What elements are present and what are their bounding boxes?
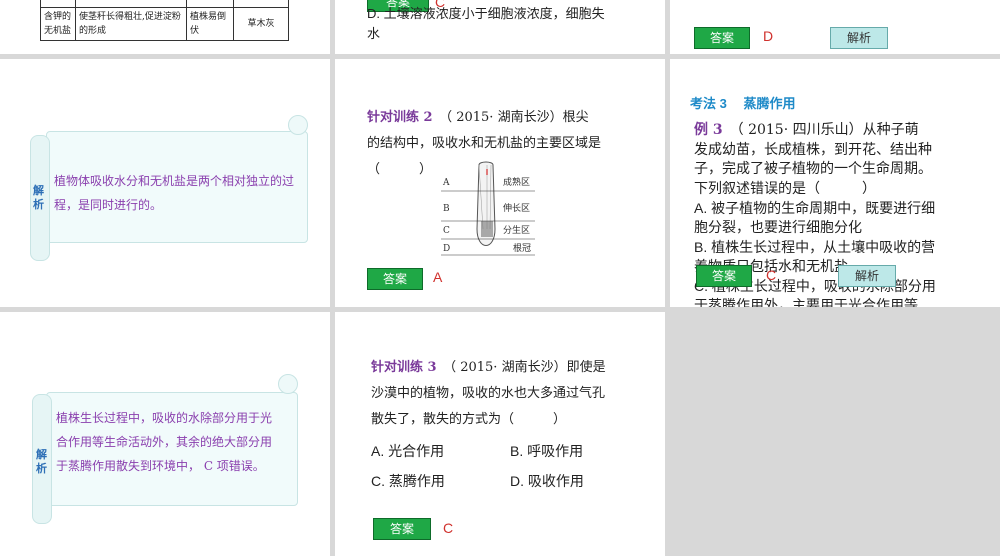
option-c[interactable]: C. 蒸腾作用 <box>371 468 445 494</box>
slide-7: 解析 植株生长过程中，吸收的水除部分用于光合作用等生命活动外，其余的绝大部分用于… <box>0 312 330 556</box>
diagram-label-a: A <box>442 178 450 188</box>
scroll-roll-top <box>288 115 308 135</box>
slide-3: 答案 D 解析 <box>670 0 1000 54</box>
answer-button[interactable]: 答案 <box>367 268 423 290</box>
scroll-title: 解析 <box>36 448 47 475</box>
diagram-label-c: C <box>443 226 450 236</box>
option-d-text: D. 土壤溶液浓度小于细胞液浓度，细胞失 水 <box>367 6 605 41</box>
table-row <box>40 0 289 8</box>
slide-6: 考法 3 蒸腾作用 例 3 （ 2015· 四川乐山）从种子萌 发成幼苗，长成植… <box>670 59 1000 307</box>
example-heading: 例 3 <box>694 122 723 138</box>
diagram-label-b: B <box>443 204 450 214</box>
question-heading: 针对训练 2 <box>367 110 433 125</box>
jiexi-button[interactable]: 解析 <box>838 265 896 287</box>
slide-4: 解析 植物体吸收水分和无机盐是两个相对独立的过程，是同时进行的。 <box>0 59 330 307</box>
scroll-title: 解析 <box>33 184 44 211</box>
table-cell: 含钾的无机盐 <box>40 7 76 41</box>
table-row: 含钾的无机盐 使茎秆长得粗壮,促进淀粉的形成 植株易倒伏 草木灰 <box>40 7 289 41</box>
nutrient-table: 含钾的无机盐 使茎秆长得粗壮,促进淀粉的形成 植株易倒伏 草木灰 <box>40 0 289 41</box>
section-heading: 考法 3 蒸腾作用 <box>690 96 796 111</box>
table-cell: 草木灰 <box>233 7 289 41</box>
answer-button[interactable]: 答案 <box>373 518 431 540</box>
scroll-roll-top <box>278 374 298 394</box>
jiexi-button[interactable]: 解析 <box>830 27 888 49</box>
answer-value: C <box>443 520 454 536</box>
explanation-text: 植物体吸收水分和无机盐是两个相对独立的过程，是同时进行的。 <box>54 174 295 212</box>
table-cell: 植株易倒伏 <box>186 7 234 41</box>
answer-value: D <box>763 28 774 44</box>
explanation-text: 植株生长过程中，吸收的水除部分用于光合作用等生命活动外，其余的绝大部分用于蒸腾作… <box>56 411 273 473</box>
root-tip-diagram: A B C D 成熟区 伸长区 分生区 根冠 <box>441 161 535 256</box>
diagram-zone-meristem: 分生区 <box>503 224 530 236</box>
diagram-zone-elongation: 伸长区 <box>503 202 530 214</box>
option-d[interactable]: D. 吸收作用 <box>510 468 584 494</box>
answer-button[interactable]: 答案 <box>694 27 750 49</box>
option-b[interactable]: B. 呼吸作用 <box>510 438 583 464</box>
empty-slot <box>670 312 1000 556</box>
slide-8: 针对训练 3 （ 2015· 湖南长沙）即使是 沙漠中的植物，吸收的水也大多通过… <box>335 312 665 556</box>
diagram-zone-maturation: 成熟区 <box>503 176 530 188</box>
table-cell: 使茎秆长得粗壮,促进淀粉的形成 <box>75 7 187 41</box>
answer-button[interactable]: 答案 <box>696 265 752 287</box>
slide-2: 答案 C D. 土壤溶液浓度小于细胞液浓度，细胞失 水 <box>335 0 665 54</box>
slide-1-table: 含钾的无机盐 使茎秆长得粗壮,促进淀粉的形成 植株易倒伏 草木灰 <box>0 0 330 54</box>
answer-value: C <box>766 267 777 283</box>
diagram-label-d: D <box>443 244 450 254</box>
question-3: 针对训练 3 （ 2015· 湖南长沙）即使是 沙漠中的植物，吸收的水也大多通过… <box>371 360 606 427</box>
question-heading: 针对训练 3 <box>371 360 437 375</box>
diagram-zone-rootcap: 根冠 <box>513 242 531 254</box>
slide-5: 针对训练 2 （ 2015· 湖南长沙）根尖 的结构中，吸收水和无机盐的主要区域… <box>335 59 665 307</box>
answer-value: A <box>433 269 443 285</box>
option-a[interactable]: A. 光合作用 <box>371 438 444 464</box>
